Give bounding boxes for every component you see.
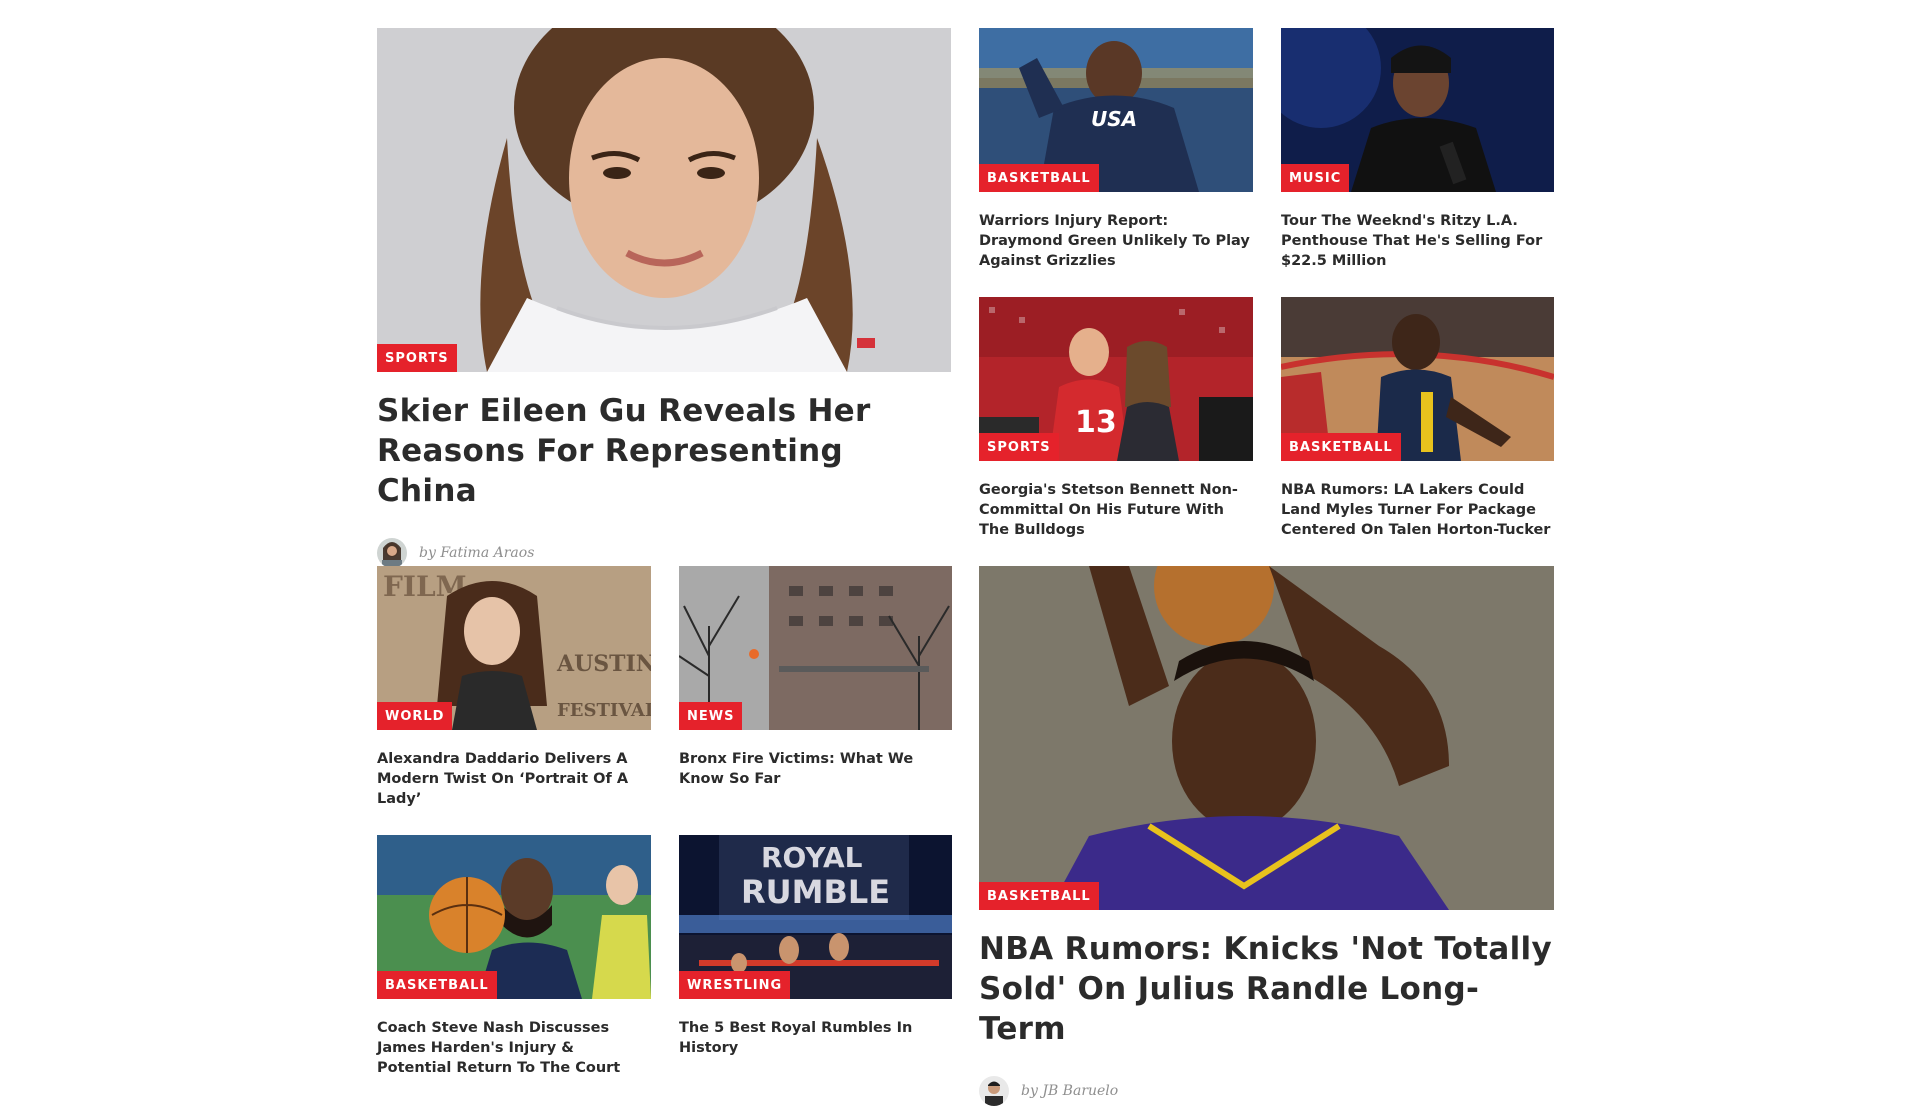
article-headline[interactable]: The 5 Best Royal Rumbles In History [679,1018,952,1058]
jersey-number-text: 13 [1075,405,1117,440]
category-badge[interactable]: BASKETBALL [979,164,1099,192]
category-badge[interactable]: WORLD [377,702,453,730]
category-badge[interactable]: SPORTS [979,433,1059,461]
article-card-warriors: USA BASKETBALL Warriors Injury Report: D… [979,28,1253,271]
featured-article-eileen-gu: SPORTS Skier Eileen Gu Reveals Her Reaso… [377,28,951,568]
byline: by Fatima Araos [377,538,951,568]
featured-image-eileen-gu[interactable]: SPORTS [377,28,951,372]
film-festival-text-2: AUSTIN [556,651,651,677]
article-card-bronx: NEWS Bronx Fire Victims: What We Know So… [679,566,952,789]
article-headline[interactable]: Warriors Injury Report: Draymond Green U… [979,211,1253,271]
category-badge[interactable]: NEWS [679,702,743,730]
photo-portrait-skier [377,28,951,372]
featured-image-julius-randle[interactable]: BASKETBALL [979,566,1554,910]
article-card-royal-rumble: ROYAL RUMBLE WRESTLING The 5 Best Royal … [679,835,952,1058]
film-festival-text-3: FESTIVAL [557,700,651,721]
category-badge[interactable]: WRESTLING [679,971,791,999]
article-card-weeknd: MUSIC Tour The Weeknd's Ritzy L.A. Penth… [1281,28,1554,271]
category-badge[interactable]: BASKETBALL [377,971,497,999]
royal-rumble-text-1: ROYAL [761,841,863,874]
article-headline[interactable]: Coach Steve Nash Discusses James Harden'… [377,1018,651,1078]
royal-rumble-text-2: RUMBLE [741,873,890,911]
article-card-georgia: 13 SPORTS Georgia's Stetson Bennett Non-… [979,297,1253,540]
byline-text: by Fatima Araos [419,545,535,561]
category-badge[interactable]: BASKETBALL [979,882,1099,910]
author-avatar[interactable] [979,1076,1009,1106]
article-image-warriors[interactable]: USA BASKETBALL [979,28,1253,192]
article-image-harden[interactable]: BASKETBALL [377,835,651,999]
article-image-bronx[interactable]: NEWS [679,566,952,730]
featured-headline[interactable]: NBA Rumors: Knicks 'Not Totally Sold' On… [979,929,1554,1049]
article-card-harden: BASKETBALL Coach Steve Nash Discusses Ja… [377,835,651,1078]
category-badge[interactable]: SPORTS [377,344,457,372]
article-headline[interactable]: Georgia's Stetson Bennett Non-Committal … [979,480,1253,540]
article-card-lakers: BASKETBALL NBA Rumors: LA Lakers Could L… [1281,297,1554,540]
category-badge[interactable]: BASKETBALL [1281,433,1401,461]
author-name[interactable]: JB Baruelo [1042,1083,1118,1099]
article-image-royal-rumble[interactable]: ROYAL RUMBLE WRESTLING [679,835,952,999]
article-headline[interactable]: NBA Rumors: LA Lakers Could Land Myles T… [1281,480,1554,540]
article-image-lakers[interactable]: BASKETBALL [1281,297,1554,461]
category-badge[interactable]: MUSIC [1281,164,1350,192]
article-headline[interactable]: Tour The Weeknd's Ritzy L.A. Penthouse T… [1281,211,1554,271]
usa-jersey-text: USA [1091,107,1137,131]
article-headline[interactable]: Bronx Fire Victims: What We Know So Far [679,749,952,789]
byline-text: by JB Baruelo [1021,1083,1119,1099]
article-image-daddario[interactable]: FILM AUSTIN FESTIVAL WORLD [377,566,651,730]
featured-headline[interactable]: Skier Eileen Gu Reveals Her Reasons For … [377,391,951,511]
article-image-weeknd[interactable]: MUSIC [1281,28,1554,192]
article-image-georgia[interactable]: 13 SPORTS [979,297,1253,461]
byline: by JB Baruelo [979,1076,1554,1106]
article-card-daddario: FILM AUSTIN FESTIVAL WORLD Alexandra Dad… [377,566,651,809]
author-avatar[interactable] [377,538,407,568]
article-headline[interactable]: Alexandra Daddario Delivers A Modern Twi… [377,749,651,809]
featured-article-julius-randle: BASKETBALL NBA Rumors: Knicks 'Not Total… [979,566,1554,1106]
photo-free-throw-player [979,566,1554,910]
author-name[interactable]: Fatima Araos [440,545,534,561]
